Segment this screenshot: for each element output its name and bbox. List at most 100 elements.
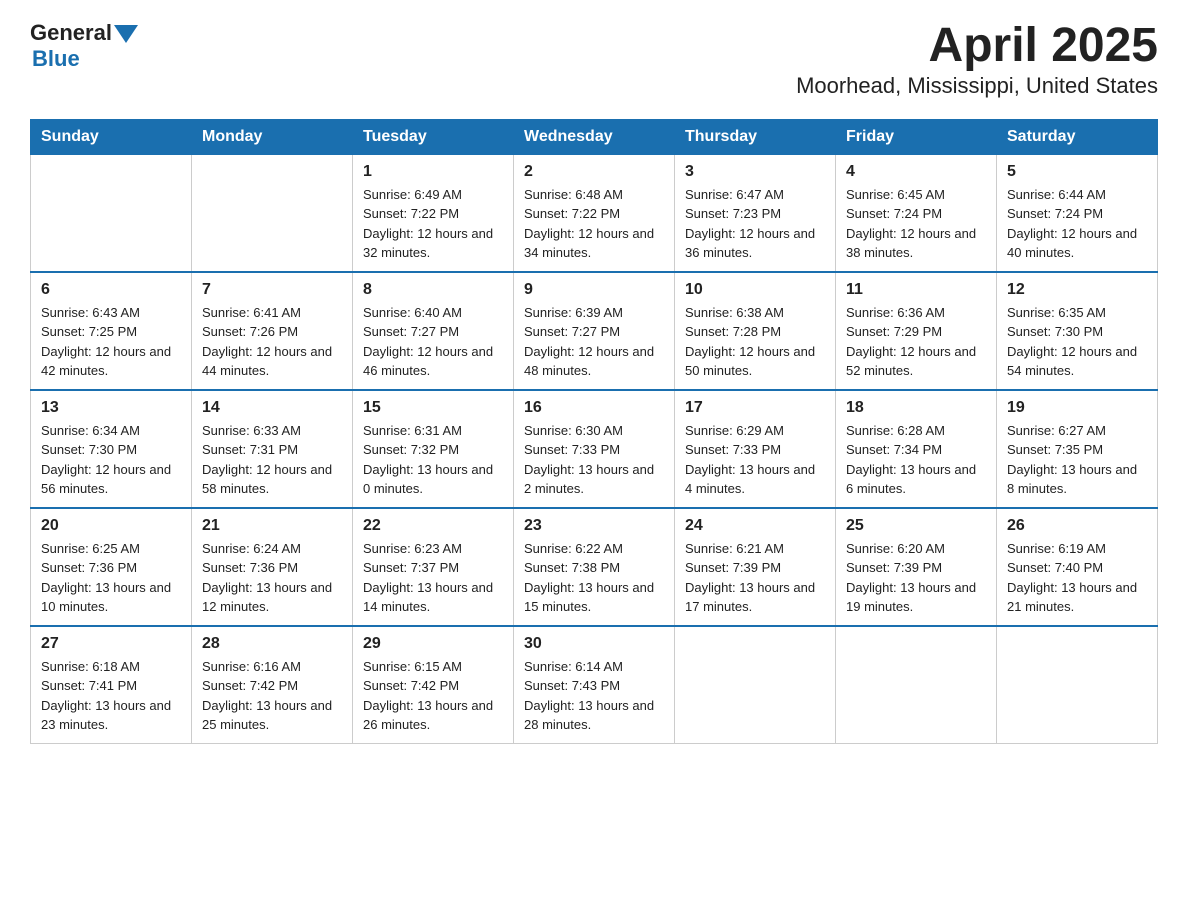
calendar-cell: 2 Sunrise: 6:48 AM Sunset: 7:22 PM Daylig… xyxy=(514,154,675,272)
calendar-cell: 15Sunrise: 6:31 AM Sunset: 7:32 PM Dayli… xyxy=(353,390,514,508)
day-number: 20 xyxy=(41,517,181,535)
day-info: Sunrise: 6:45 AM Sunset: 7:24 PM Dayligh… xyxy=(846,185,986,263)
page-subtitle: Moorhead, Mississippi, United States xyxy=(796,73,1158,99)
day-number: 24 xyxy=(685,517,825,535)
calendar-cell xyxy=(192,154,353,272)
calendar-cell: 29 Sunrise: 6:15 AM Sunset: 7:42 PM Dayli… xyxy=(353,626,514,744)
calendar-cell: 14 Sunrise: 6:33 AM Sunset: 7:31 PM Dayli… xyxy=(192,390,353,508)
day-number: 4 xyxy=(846,163,986,181)
calendar-cell: 10Sunrise: 6:38 AM Sunset: 7:28 PM Dayli… xyxy=(675,272,836,390)
day-number: 14 xyxy=(202,399,342,417)
day-number: 1 xyxy=(363,163,503,181)
day-info: Sunrise: 6:20 AM Sunset: 7:39 PM Dayligh… xyxy=(846,539,986,617)
calendar-cell xyxy=(675,626,836,744)
day-number: 27 xyxy=(41,635,181,653)
day-number: 2 xyxy=(524,163,664,181)
calendar-cell: 16 Sunrise: 6:30 AM Sunset: 7:33 PM Dayli… xyxy=(514,390,675,508)
day-info: Sunrise: 6:23 AM Sunset: 7:37 PM Dayligh… xyxy=(363,539,503,617)
day-info: Sunrise: 6:43 AM Sunset: 7:25 PM Dayligh… xyxy=(41,303,181,381)
calendar-cell: 30 Sunrise: 6:14 AM Sunset: 7:43 PM Dayli… xyxy=(514,626,675,744)
day-number: 8 xyxy=(363,281,503,299)
calendar-day-header: Wednesday xyxy=(514,119,675,154)
day-number: 17 xyxy=(685,399,825,417)
day-info: Sunrise: 6:24 AM Sunset: 7:36 PM Dayligh… xyxy=(202,539,342,617)
calendar-cell: 25 Sunrise: 6:20 AM Sunset: 7:39 PM Dayli… xyxy=(836,508,997,626)
calendar-day-header: Monday xyxy=(192,119,353,154)
day-info: Sunrise: 6:22 AM Sunset: 7:38 PM Dayligh… xyxy=(524,539,664,617)
day-info: Sunrise: 6:31 AM Sunset: 7:32 PM Dayligh… xyxy=(363,421,503,499)
day-info: Sunrise: 6:48 AM Sunset: 7:22 PM Dayligh… xyxy=(524,185,664,263)
day-number: 3 xyxy=(685,163,825,181)
day-info: Sunrise: 6:14 AM Sunset: 7:43 PM Dayligh… xyxy=(524,657,664,735)
day-info: Sunrise: 6:36 AM Sunset: 7:29 PM Dayligh… xyxy=(846,303,986,381)
day-number: 23 xyxy=(524,517,664,535)
calendar-week-row: 6 Sunrise: 6:43 AM Sunset: 7:25 PM Daylig… xyxy=(31,272,1158,390)
calendar-cell xyxy=(836,626,997,744)
day-info: Sunrise: 6:25 AM Sunset: 7:36 PM Dayligh… xyxy=(41,539,181,617)
calendar-cell: 18Sunrise: 6:28 AM Sunset: 7:34 PM Dayli… xyxy=(836,390,997,508)
day-info: Sunrise: 6:29 AM Sunset: 7:33 PM Dayligh… xyxy=(685,421,825,499)
calendar-week-row: 20 Sunrise: 6:25 AM Sunset: 7:36 PM Dayli… xyxy=(31,508,1158,626)
calendar-cell: 17 Sunrise: 6:29 AM Sunset: 7:33 PM Dayli… xyxy=(675,390,836,508)
day-number: 6 xyxy=(41,281,181,299)
day-number: 25 xyxy=(846,517,986,535)
page-header: General Blue April 2025 Moorhead, Missis… xyxy=(30,20,1158,99)
calendar-cell: 5 Sunrise: 6:44 AM Sunset: 7:24 PM Daylig… xyxy=(997,154,1158,272)
calendar-table: SundayMondayTuesdayWednesdayThursdayFrid… xyxy=(30,119,1158,744)
day-info: Sunrise: 6:47 AM Sunset: 7:23 PM Dayligh… xyxy=(685,185,825,263)
day-number: 5 xyxy=(1007,163,1147,181)
calendar-cell: 3 Sunrise: 6:47 AM Sunset: 7:23 PM Daylig… xyxy=(675,154,836,272)
day-number: 16 xyxy=(524,399,664,417)
calendar-header-row: SundayMondayTuesdayWednesdayThursdayFrid… xyxy=(31,119,1158,154)
day-info: Sunrise: 6:33 AM Sunset: 7:31 PM Dayligh… xyxy=(202,421,342,499)
day-number: 19 xyxy=(1007,399,1147,417)
calendar-cell: 26Sunrise: 6:19 AM Sunset: 7:40 PM Dayli… xyxy=(997,508,1158,626)
calendar-cell xyxy=(31,154,192,272)
calendar-day-header: Friday xyxy=(836,119,997,154)
day-number: 26 xyxy=(1007,517,1147,535)
day-number: 21 xyxy=(202,517,342,535)
calendar-week-row: 1 Sunrise: 6:49 AM Sunset: 7:22 PM Daylig… xyxy=(31,154,1158,272)
day-number: 29 xyxy=(363,635,503,653)
day-info: Sunrise: 6:41 AM Sunset: 7:26 PM Dayligh… xyxy=(202,303,342,381)
day-info: Sunrise: 6:39 AM Sunset: 7:27 PM Dayligh… xyxy=(524,303,664,381)
day-number: 12 xyxy=(1007,281,1147,299)
day-number: 22 xyxy=(363,517,503,535)
calendar-cell: 6 Sunrise: 6:43 AM Sunset: 7:25 PM Daylig… xyxy=(31,272,192,390)
calendar-cell: 1 Sunrise: 6:49 AM Sunset: 7:22 PM Daylig… xyxy=(353,154,514,272)
calendar-cell: 23 Sunrise: 6:22 AM Sunset: 7:38 PM Dayli… xyxy=(514,508,675,626)
calendar-cell: 19 Sunrise: 6:27 AM Sunset: 7:35 PM Dayli… xyxy=(997,390,1158,508)
calendar-week-row: 13Sunrise: 6:34 AM Sunset: 7:30 PM Dayli… xyxy=(31,390,1158,508)
logo-triangle-icon xyxy=(114,25,138,43)
logo: General Blue xyxy=(30,20,138,72)
day-number: 7 xyxy=(202,281,342,299)
day-info: Sunrise: 6:30 AM Sunset: 7:33 PM Dayligh… xyxy=(524,421,664,499)
day-info: Sunrise: 6:28 AM Sunset: 7:34 PM Dayligh… xyxy=(846,421,986,499)
calendar-cell xyxy=(997,626,1158,744)
page-title: April 2025 xyxy=(796,20,1158,73)
day-info: Sunrise: 6:15 AM Sunset: 7:42 PM Dayligh… xyxy=(363,657,503,735)
calendar-week-row: 27Sunrise: 6:18 AM Sunset: 7:41 PM Dayli… xyxy=(31,626,1158,744)
calendar-cell: 11Sunrise: 6:36 AM Sunset: 7:29 PM Dayli… xyxy=(836,272,997,390)
title-area: April 2025 Moorhead, Mississippi, United… xyxy=(796,20,1158,99)
day-number: 30 xyxy=(524,635,664,653)
calendar-cell: 13Sunrise: 6:34 AM Sunset: 7:30 PM Dayli… xyxy=(31,390,192,508)
calendar-day-header: Saturday xyxy=(997,119,1158,154)
day-info: Sunrise: 6:27 AM Sunset: 7:35 PM Dayligh… xyxy=(1007,421,1147,499)
calendar-cell: 4 Sunrise: 6:45 AM Sunset: 7:24 PM Daylig… xyxy=(836,154,997,272)
day-info: Sunrise: 6:16 AM Sunset: 7:42 PM Dayligh… xyxy=(202,657,342,735)
calendar-day-header: Tuesday xyxy=(353,119,514,154)
day-info: Sunrise: 6:35 AM Sunset: 7:30 PM Dayligh… xyxy=(1007,303,1147,381)
day-info: Sunrise: 6:49 AM Sunset: 7:22 PM Dayligh… xyxy=(363,185,503,263)
day-info: Sunrise: 6:38 AM Sunset: 7:28 PM Dayligh… xyxy=(685,303,825,381)
day-info: Sunrise: 6:44 AM Sunset: 7:24 PM Dayligh… xyxy=(1007,185,1147,263)
logo-blue-text: Blue xyxy=(32,46,80,72)
calendar-cell: 7 Sunrise: 6:41 AM Sunset: 7:26 PM Daylig… xyxy=(192,272,353,390)
calendar-cell: 24Sunrise: 6:21 AM Sunset: 7:39 PM Dayli… xyxy=(675,508,836,626)
calendar-cell: 12 Sunrise: 6:35 AM Sunset: 7:30 PM Dayli… xyxy=(997,272,1158,390)
calendar-cell: 27Sunrise: 6:18 AM Sunset: 7:41 PM Dayli… xyxy=(31,626,192,744)
day-number: 9 xyxy=(524,281,664,299)
day-info: Sunrise: 6:34 AM Sunset: 7:30 PM Dayligh… xyxy=(41,421,181,499)
day-number: 28 xyxy=(202,635,342,653)
calendar-cell: 9 Sunrise: 6:39 AM Sunset: 7:27 PM Daylig… xyxy=(514,272,675,390)
